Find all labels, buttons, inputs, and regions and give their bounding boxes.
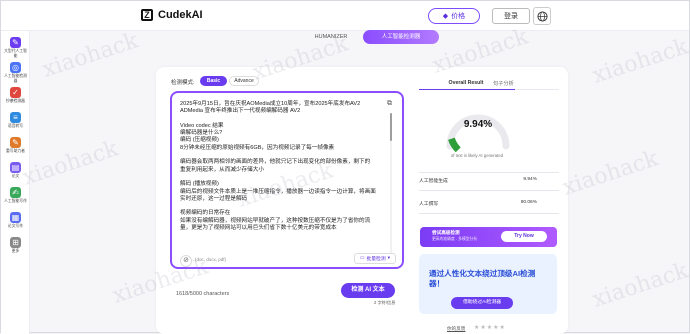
sidebar-item[interactable]: ◎ 人工智能检测器 [3,62,28,83]
sidebar-item-icon: ▦ [10,212,21,223]
scrollbar-thumb[interactable] [390,113,392,141]
stat-row-human: 人工撰写 90.06% [419,200,537,207]
promo-title: 通过人性化文本绕过顶级AI检测器！ [429,269,536,288]
sidebar-item-label: 大型代人工智能 [4,49,27,58]
batch-detect-button[interactable]: ▭ 批量检测 ▾ [354,253,396,264]
gauge-fill [448,137,461,153]
logo-icon: Z [141,9,153,21]
file-type-hint: (doc, docx, pdf) [195,257,227,262]
input-text[interactable]: 2025年9月15日，旨在庆祝AOMedia成立10周年，宣布2025年底发布A… [180,101,390,232]
top-bar: Z CudekAI [1,1,689,31]
sidebar-item[interactable]: ▤ 论文 [3,162,28,179]
watermark: xiaohack [589,258,690,313]
watermark: xiaohack [559,146,662,201]
logo[interactable]: Z CudekAI [141,9,203,21]
upgrade-title: 尝试高级检测 [432,230,460,235]
mode-basic-button[interactable]: Basic [200,76,227,86]
stat-divider [419,213,559,214]
sidebar: ✎ 大型代人工智能 ◎ 人工智能检测器 ✓ 抄袭检测器 ≡ 语音转写 ✎ 重写助力者 ▤ 论文 ✍ 人工智… [1,31,30,334]
tab-sentence-analysis[interactable]: 句子分析 [493,80,514,87]
sidebar-item-icon: ▤ [10,162,21,173]
sidebar-item[interactable]: ✓ 抄袭检测器 [3,87,28,104]
bypass-detector-button[interactable]: 借助绕过AI检测器 [451,297,513,309]
sidebar-item[interactable]: ✎ 重写助力者 [3,137,28,154]
sidebar-item-icon: ≡ [10,112,21,123]
app-window: Z CudekAI ◆ 价格 登录 ✎ 大型代人工智能 ◎ 人工智能检测器 ✓ 抄袭检测器… [0,0,690,334]
sidebar-item-label: 语音转写 [7,124,24,128]
tab-ai-detector[interactable]: 人工智能检测器 [363,30,439,44]
stat-label: 人工撰写 [419,202,439,207]
character-count: 1618/5000 characters [176,291,230,297]
watermark: xiaohack [39,28,142,83]
watermark: xiaohack [589,34,690,89]
stat-value: 9.94% [523,177,537,182]
sidebar-item[interactable]: ⊞ 更多 [3,237,28,254]
text-input-area[interactable]: 2025年9月15日，旨在庆祝AOMedia成立10周年，宣布2025年底发布A… [170,91,404,269]
chevron-down-icon: ▾ [387,256,391,261]
sidebar-item-label: 人工智能写作 [4,199,27,203]
watermark: xiaohack [19,136,122,191]
sidebar-item-icon: ✎ [10,137,21,148]
try-now-button[interactable]: Try Now [501,231,547,242]
mode-advance-button[interactable]: Advance [229,76,259,86]
active-tab-underline [419,89,515,90]
pricing-button[interactable]: ◆ 价格 [428,8,480,24]
sidebar-item-icon: ✓ [10,87,21,98]
sidebar-item-icon: ◎ [10,62,21,73]
sidebar-item-icon: ✍ [10,187,21,198]
stat-value: 90.06% [520,200,537,205]
copy-icon[interactable]: ⧉ [387,100,392,108]
login-button[interactable]: 登录 [492,8,530,24]
stat-label: 人工智能生成 [419,179,448,184]
tab-humanizer[interactable]: HUMANIZER [301,31,361,43]
stat-divider [419,172,559,173]
detect-ai-text-button[interactable]: 检测 AI 文本 [341,283,395,298]
attach-file-icon[interactable]: ⊘ [180,255,192,267]
sidebar-item-label: 更多 [11,249,20,253]
sidebar-item-label: 抄袭检测器 [6,99,25,103]
sidebar-item[interactable]: ▦ 论文写作 [3,212,28,229]
batch-label: 批量检测 [366,257,386,262]
stat-divider [419,190,559,191]
diamond-icon: ◆ [442,13,449,20]
language-globe-icon[interactable] [533,7,551,25]
rating-stars[interactable]: ★★★★★ [474,324,506,331]
sidebar-item-label: 论文写作 [7,224,24,228]
sidebar-item-label: 重写助力者 [6,149,25,153]
upgrade-subtitle: 更高的准确度 - 多模型分析 [432,237,478,241]
pricing-label: 价格 [451,13,466,20]
folder-icon: ▭ [359,256,365,261]
sidebar-item-icon: ⊞ [10,237,21,248]
tab-overall-result[interactable]: Overall Result [447,80,485,86]
ai-score-value: 9.94% [463,119,493,130]
sidebar-item-icon: ✎ [10,37,21,48]
cost-note: 2 字符/信息 [374,300,396,305]
sidebar-item-label: 人工智能检测器 [4,74,27,83]
ai-score-caption: of text is likely AI generated [450,153,504,158]
sidebar-item[interactable]: ≡ 语音转写 [3,112,28,129]
feedback-label[interactable]: 你的反馈 [447,326,465,332]
stat-row-ai: 人工智能生成 9.94% [419,177,537,184]
sidebar-item[interactable]: ✎ 大型代人工智能 [3,37,28,58]
sidebar-item[interactable]: ✍ 人工智能写作 [3,187,28,204]
sidebar-item-label: 论文 [11,174,20,178]
app-name: CudekAI [158,9,203,21]
mode-label: 检测模式: [171,80,195,86]
